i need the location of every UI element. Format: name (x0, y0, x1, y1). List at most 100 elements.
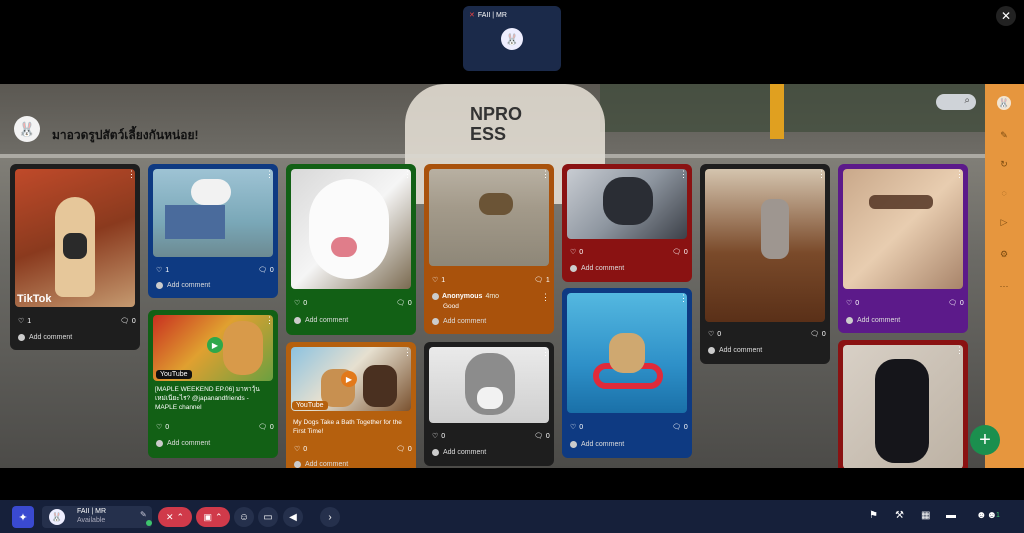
comment-icon: 🗨 (396, 446, 405, 453)
add-comment-field[interactable]: Add comment (18, 334, 72, 341)
avatar[interactable]: 🐰 (997, 96, 1011, 110)
add-comment-field[interactable]: Add comment (432, 449, 486, 456)
card-menu-button[interactable]: ⋮ (265, 315, 274, 325)
post-image-goat-sunglasses[interactable] (843, 169, 963, 289)
more-icon[interactable]: ⋯ (997, 279, 1011, 293)
post-card[interactable]: ⋮ ♡ 0 🗨 0 Add comment (838, 164, 968, 333)
card-menu-button[interactable]: ⋮ (541, 169, 550, 179)
map-pin-icon[interactable]: ⚑ (869, 510, 878, 521)
mic-toggle-button[interactable]: ✕ ⌃ (158, 507, 192, 527)
post-card[interactable]: ▶ YouTube ⋮ [MAPLE WEEKEND EP.06] มาหาวุ… (148, 310, 278, 458)
like-button[interactable]: ♡ 0 (708, 330, 721, 339)
add-comment-field[interactable]: Add comment (570, 441, 624, 448)
post-image-rabbit[interactable] (153, 169, 273, 257)
like-button[interactable]: ♡ 1 (156, 266, 169, 275)
post-card[interactable]: ▶ YouTube ⋮ My Dogs Take a Bath Together… (286, 342, 416, 468)
comment-count[interactable]: 🗨 1 (534, 276, 550, 285)
presenter-tile[interactable]: ✕ FAII | MR 🐰 (463, 6, 561, 71)
post-image-black-cat[interactable] (567, 169, 687, 239)
megaphone-icon: ◀ (289, 511, 297, 523)
avatar (18, 334, 25, 341)
post-card[interactable]: ⋮ ♡ 0 🗨 0 Add comment (562, 288, 692, 458)
like-button[interactable]: ♡ 0 (570, 248, 583, 257)
like-button[interactable]: ♡ 0 (432, 432, 445, 441)
calendar-icon[interactable]: ▦ (921, 510, 930, 521)
add-comment-field[interactable]: Add comment (156, 282, 210, 289)
post-video-golden-retriever[interactable]: ▶ YouTube (153, 315, 273, 381)
app-logo-icon[interactable]: ✦ (12, 506, 34, 528)
add-comment-field[interactable]: Add comment (708, 347, 762, 354)
chat-icon[interactable]: ▬ (946, 510, 956, 521)
post-image-goat[interactable] (429, 169, 549, 266)
comment-count[interactable]: 🗨 0 (672, 423, 688, 432)
comment-count[interactable]: 🗨 0 (258, 266, 274, 275)
play-icon[interactable]: ▶ (341, 371, 357, 387)
post-card[interactable]: ⋮ ♡ 1 🗨 0 Add comment (148, 164, 278, 298)
add-comment-field[interactable]: Add comment (570, 265, 624, 272)
comment-count[interactable]: 🗨 0 (396, 445, 412, 454)
add-post-button[interactable]: + (970, 425, 1000, 455)
post-image-grey-cat[interactable] (429, 347, 549, 423)
screen-share-button[interactable]: ▭ (258, 507, 278, 527)
card-menu-button[interactable]: ⋮ (955, 345, 964, 355)
card-menu-button[interactable]: ⋮ (679, 293, 688, 303)
chevron-up-icon: ⌃ (214, 511, 223, 522)
comment-count[interactable]: 🗨 0 (534, 432, 550, 441)
expand-button[interactable]: › (320, 507, 340, 527)
comment-menu-button[interactable]: ⋮ (541, 292, 550, 302)
user-status-chip[interactable]: 🐰 FAII | MR Available ✎ (42, 506, 152, 528)
edit-icon[interactable]: ✎ (140, 510, 147, 519)
search-button[interactable]: ⌕ (936, 94, 976, 110)
post-image-cat-walking[interactable] (705, 169, 825, 322)
post-card[interactable]: ⋮ ♡ 0 🗨 0 Add comment (424, 342, 554, 466)
post-card[interactable]: ⋮ (838, 340, 968, 468)
comment-count[interactable]: 🗨 0 (948, 299, 964, 308)
post-image-samoyed[interactable] (291, 169, 411, 289)
post-card[interactable]: ⋮ ♡ 0 🗨 0 Add comment (286, 164, 416, 335)
like-button[interactable]: ♡ 0 (846, 299, 859, 308)
like-button[interactable]: ♡ 0 (294, 299, 307, 308)
play-icon[interactable]: ▶ (207, 337, 223, 353)
like-button[interactable]: ♡ 0 (294, 445, 307, 454)
add-comment-field[interactable]: Add comment (432, 318, 486, 325)
post-card[interactable]: ⋮ ♡ 0 🗨 0 Add comment (700, 164, 830, 364)
camera-toggle-button[interactable]: ▣ ⌃ (196, 507, 230, 527)
like-button[interactable]: ♡ 1 (18, 317, 31, 326)
add-comment-field[interactable]: Add comment (156, 440, 210, 447)
comment-count[interactable]: 🗨 0 (120, 317, 136, 326)
post-image-black-cat-wall[interactable] (843, 345, 963, 468)
comment-count[interactable]: 🗨 0 (258, 423, 274, 432)
hammer-icon[interactable]: ⚒ (895, 510, 904, 521)
card-menu-button[interactable]: ⋮ (817, 169, 826, 179)
post-card[interactable]: ⋮ ♡ 1 🗨 1 Anonymous 4mo ⋮ Good Add comment (424, 164, 554, 334)
like-button[interactable]: ♡ 0 (156, 423, 169, 432)
card-menu-button[interactable]: ⋮ (403, 169, 412, 179)
post-image-alpaca[interactable]: TikTok (15, 169, 135, 307)
play-circle-icon[interactable]: ▷ (997, 215, 1011, 229)
megaphone-button[interactable]: ◀ (283, 507, 303, 527)
card-menu-button[interactable]: ⋮ (955, 169, 964, 179)
comment-count[interactable]: 🗨 0 (396, 299, 412, 308)
card-menu-button[interactable]: ⋮ (265, 169, 274, 179)
add-comment-field[interactable]: Add comment (294, 461, 348, 468)
like-button[interactable]: ♡ 0 (570, 423, 583, 432)
bell-icon[interactable]: ◌ (997, 186, 1011, 200)
refresh-icon[interactable]: ↻ (997, 157, 1011, 171)
card-menu-button[interactable]: ⋮ (679, 169, 688, 179)
card-menu-button[interactable]: ⋮ (403, 347, 412, 357)
participants-icon[interactable]: ☻☻ (976, 510, 997, 521)
comment-count[interactable]: 🗨 0 (810, 330, 826, 339)
card-menu-button[interactable]: ⋮ (127, 169, 136, 179)
close-button[interactable]: ✕ (996, 6, 1016, 26)
emoji-button[interactable]: ☺ (234, 507, 254, 527)
pen-icon[interactable]: ✎ (997, 128, 1011, 142)
comment-count[interactable]: 🗨 0 (672, 248, 688, 257)
add-comment-field[interactable]: Add comment (846, 317, 900, 324)
add-comment-field[interactable]: Add comment (294, 317, 348, 324)
gear-icon[interactable]: ⚙ (997, 247, 1011, 261)
post-card[interactable]: ⋮ ♡ 0 🗨 0 Add comment (562, 164, 692, 282)
post-card[interactable]: TikTok ⋮ ♡ 1 🗨 0 Add comment (10, 164, 140, 350)
like-button[interactable]: ♡ 1 (432, 276, 445, 285)
card-menu-button[interactable]: ⋮ (541, 347, 550, 357)
post-image-pug-pool[interactable] (567, 293, 687, 413)
